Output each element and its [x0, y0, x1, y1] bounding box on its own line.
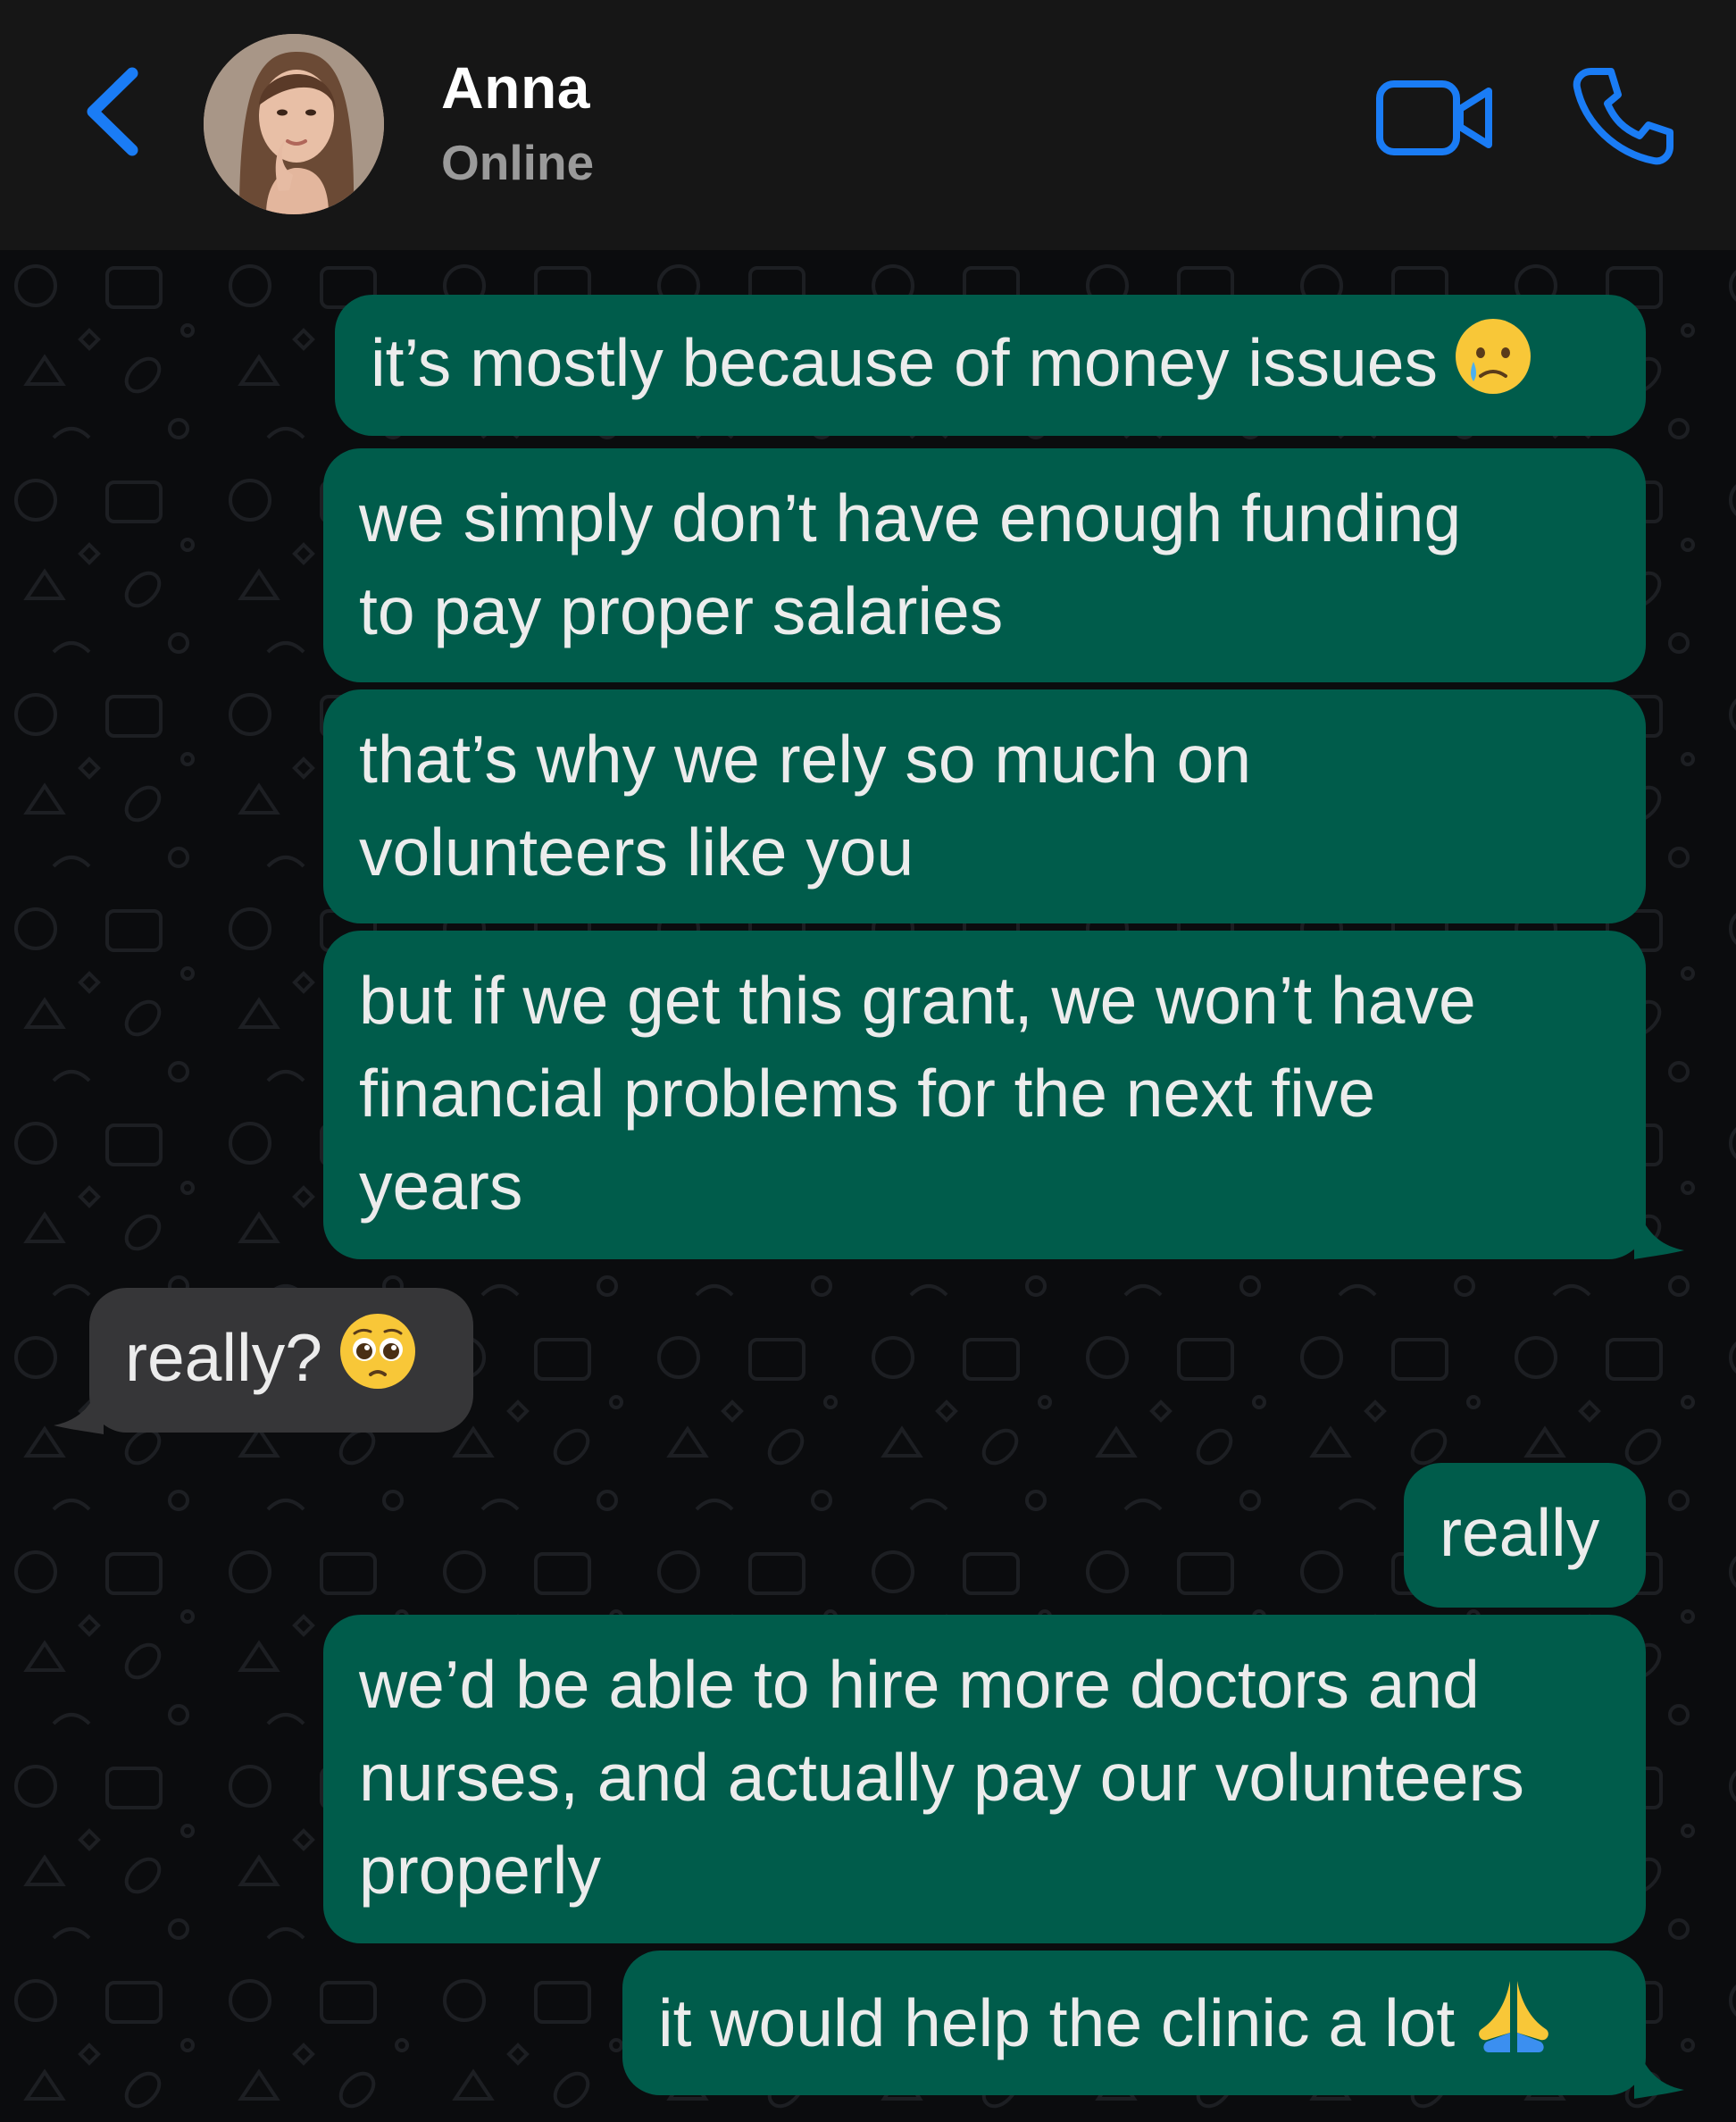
- message-text-line: to pay proper salaries: [359, 573, 1004, 648]
- chat-header: Anna Online: [0, 0, 1736, 250]
- avatar[interactable]: [204, 34, 384, 214]
- chat-area[interactable]: it’s mostly because of money issues we s…: [0, 250, 1736, 2122]
- contact-status: Online: [441, 135, 595, 190]
- bubble-tail: [54, 1372, 104, 1434]
- message-text-line: but if we get this grant, we won’t have: [359, 963, 1476, 1038]
- incoming-message[interactable]: really?: [89, 1288, 473, 1433]
- pleading-face-icon: [338, 1312, 417, 1414]
- phone-icon: [1573, 68, 1673, 165]
- outgoing-message[interactable]: really: [1404, 1463, 1646, 1608]
- voice-call-button[interactable]: [1572, 64, 1674, 167]
- back-button[interactable]: [80, 63, 152, 161]
- outgoing-message[interactable]: it would help the clinic a lot: [622, 1951, 1646, 2095]
- message-text: really?: [125, 1320, 322, 1395]
- chevron-left-icon: [87, 67, 138, 156]
- message-text-line: properly: [359, 1833, 601, 1908]
- message-text-line: we’d be able to hire more doctors and: [359, 1647, 1480, 1722]
- bubble-tail: [1634, 1197, 1684, 1259]
- message-text-line: volunteers like you: [359, 815, 914, 890]
- outgoing-message[interactable]: that’s why we rely so much on volunteers…: [323, 689, 1646, 923]
- message-text: it would help the clinic a lot: [658, 1984, 1456, 2060]
- message-text-line: nurses, and actually pay our volunteers: [359, 1740, 1524, 1815]
- message-text-line: we simply don’t have enough funding: [359, 480, 1462, 556]
- bubble-tail: [1634, 2036, 1684, 2099]
- video-camera-icon: [1376, 80, 1492, 155]
- video-call-button[interactable]: [1375, 73, 1496, 163]
- crying-face-icon: [1454, 317, 1532, 419]
- outgoing-message[interactable]: but if we get this grant, we won’t have …: [323, 931, 1646, 1259]
- message-text: really: [1440, 1495, 1600, 1570]
- message-text: it’s mostly because of money issues: [371, 325, 1438, 400]
- folded-hands-icon: [1471, 1974, 1557, 2083]
- outgoing-message[interactable]: we simply don’t have enough funding to p…: [323, 448, 1646, 682]
- message-text-line: that’s why we rely so much on: [359, 722, 1252, 797]
- message-text-line: financial problems for the next five: [359, 1056, 1376, 1131]
- outgoing-message[interactable]: it’s mostly because of money issues: [335, 295, 1646, 436]
- outgoing-message[interactable]: we’d be able to hire more doctors and nu…: [323, 1615, 1646, 1943]
- contact-name: Anna: [441, 54, 590, 121]
- message-text-line: years: [359, 1149, 523, 1224]
